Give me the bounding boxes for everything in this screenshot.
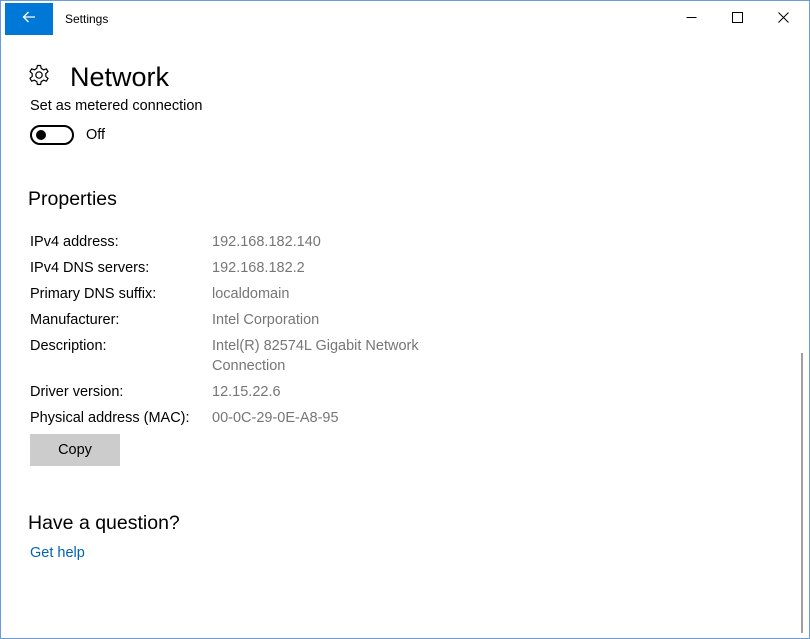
property-value: Intel(R) 82574L Gigabit Network Connecti… [212, 338, 419, 374]
property-label: Driver version: [30, 384, 124, 400]
properties-heading: Properties [28, 188, 117, 210]
property-row: IPv4 address: 192.168.182.140 [30, 232, 490, 252]
property-value: localdomain [212, 286, 290, 302]
scrollbar-thumb[interactable] [801, 353, 803, 633]
page-header: Network [28, 61, 169, 93]
property-label: IPv4 address: [30, 234, 119, 250]
property-label: Physical address (MAC): [30, 410, 190, 426]
metered-connection-label: Set as metered connection [30, 98, 203, 114]
metered-connection-toggle[interactable] [30, 125, 74, 145]
page-title: Network [70, 61, 170, 92]
minimize-button[interactable] [668, 3, 714, 35]
property-value: 192.168.182.2 [212, 260, 305, 276]
question-heading: Have a question? [28, 512, 180, 534]
property-value: Intel Corporation [212, 312, 320, 328]
property-value: 192.168.182.140 [212, 234, 321, 250]
minimize-icon [686, 10, 697, 28]
close-button[interactable] [760, 3, 806, 35]
title-bar: Settings [1, 1, 809, 37]
vertical-scrollbar[interactable] [796, 37, 808, 637]
settings-content: Network Set as metered connection Off Pr… [1, 37, 796, 637]
copy-button[interactable]: Copy [30, 434, 120, 466]
maximize-icon [731, 10, 743, 28]
toggle-state-label: Off [86, 127, 106, 143]
metered-toggle-row: Off [30, 125, 105, 145]
property-label: Manufacturer: [30, 312, 120, 328]
maximize-button[interactable] [714, 3, 760, 35]
property-label: Primary DNS suffix: [30, 286, 157, 302]
back-arrow-icon [22, 10, 36, 28]
property-label: IPv4 DNS servers: [30, 260, 150, 276]
settings-window: Settings Network Set as metered connecti… [0, 0, 810, 639]
property-value: 12.15.22.6 [212, 384, 281, 400]
property-row: Manufacturer: Intel Corporation [30, 310, 490, 330]
back-button[interactable] [5, 3, 53, 35]
property-value: 00-0C-29-0E-A8-95 [212, 410, 339, 426]
property-row: Primary DNS suffix: localdomain [30, 284, 490, 304]
property-row: Description: Intel(R) 82574L Gigabit Net… [30, 336, 490, 376]
gear-icon [28, 64, 50, 91]
close-icon [777, 10, 789, 28]
toggle-knob [36, 130, 46, 140]
property-row: IPv4 DNS servers: 192.168.182.2 [30, 258, 490, 278]
property-label: Description: [30, 338, 107, 354]
property-row: Driver version: 12.15.22.6 [30, 382, 490, 402]
property-row: Physical address (MAC): 00-0C-29-0E-A8-9… [30, 408, 490, 428]
get-help-link[interactable]: Get help [30, 545, 85, 561]
window-title: Settings [65, 12, 109, 26]
properties-list: IPv4 address: 192.168.182.140 IPv4 DNS s… [30, 232, 490, 434]
